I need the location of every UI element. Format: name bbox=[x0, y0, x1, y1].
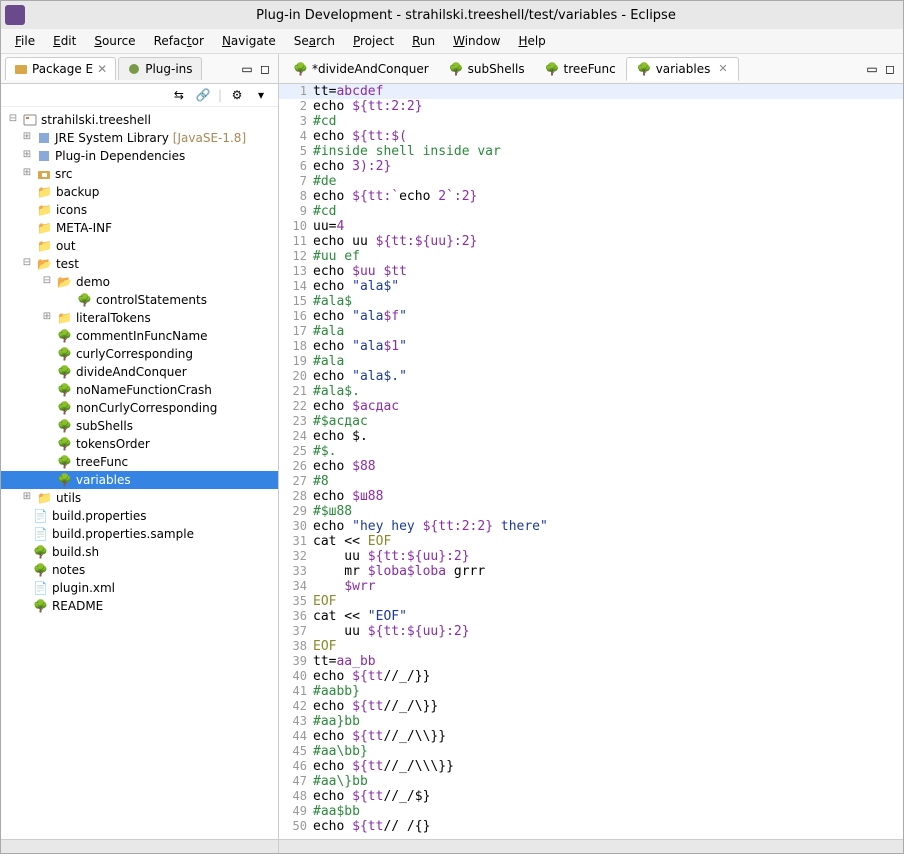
editor-pane: 🌳*divideAndConquer 🌳subShells 🌳treeFunc … bbox=[279, 54, 903, 853]
editor-tab-divide[interactable]: 🌳*divideAndConquer bbox=[283, 58, 439, 80]
tree-file[interactable]: 🌳tokensOrder bbox=[1, 435, 278, 453]
tree-file[interactable]: 🌳commentInFuncName bbox=[1, 327, 278, 345]
menu-source[interactable]: Source bbox=[86, 31, 143, 51]
minimize-icon[interactable]: ▭ bbox=[865, 62, 879, 76]
collapse-all-icon[interactable]: ⇆ bbox=[172, 88, 186, 102]
window-titlebar: Plug-in Development - strahilski.treeshe… bbox=[1, 1, 903, 29]
project-icon bbox=[23, 113, 37, 127]
tree-project[interactable]: ⊟ strahilski.treeshell bbox=[1, 111, 278, 129]
code-editor[interactable]: 1tt=abcdef 2echo ${tt:2:2} 3#cd 4echo ${… bbox=[279, 84, 903, 839]
editor-tab-subshells[interactable]: 🌳subShells bbox=[439, 58, 535, 80]
scrollbar-horizontal[interactable] bbox=[279, 839, 903, 853]
menu-file[interactable]: File bbox=[7, 31, 43, 51]
tree-jre[interactable]: ⊞ JRE System Library [JavaSE-1.8] bbox=[1, 129, 278, 147]
tree-file[interactable]: 📄build.properties.sample bbox=[1, 525, 278, 543]
tree-demo[interactable]: ⊟📂demo bbox=[1, 273, 278, 291]
editor-tab-treefunc[interactable]: 🌳treeFunc bbox=[535, 58, 626, 80]
menu-project[interactable]: Project bbox=[345, 31, 402, 51]
package-explorer-pane: Package E ✕ Plug-ins ▭ ◻ ⇆ 🔗 | ⚙ ▾ bbox=[1, 54, 279, 853]
package-icon bbox=[14, 62, 28, 76]
srcfolder-icon bbox=[37, 167, 51, 181]
tree-test[interactable]: ⊟📂test bbox=[1, 255, 278, 273]
tree-literaltokens[interactable]: ⊞📁literalTokens bbox=[1, 309, 278, 327]
tree-file[interactable]: 🌳curlyCorresponding bbox=[1, 345, 278, 363]
app-icon bbox=[5, 5, 25, 25]
tree-folder[interactable]: 📁META-INF bbox=[1, 219, 278, 237]
tree-file[interactable]: 🌳divideAndConquer bbox=[1, 363, 278, 381]
tree-folder[interactable]: 📁icons bbox=[1, 201, 278, 219]
scrollbar-horizontal[interactable] bbox=[1, 839, 278, 853]
tree-folder[interactable]: 📁out bbox=[1, 237, 278, 255]
explorer-toolbar: ⇆ 🔗 | ⚙ ▾ bbox=[1, 84, 278, 107]
link-editor-icon[interactable]: 🔗 bbox=[196, 88, 210, 102]
tree-plugin-deps[interactable]: ⊞ Plug-in Dependencies bbox=[1, 147, 278, 165]
tree-file[interactable]: 🌳README bbox=[1, 597, 278, 615]
plugin-icon bbox=[127, 62, 141, 76]
menu-help[interactable]: Help bbox=[510, 31, 553, 51]
window-title: Plug-in Development - strahilski.treeshe… bbox=[33, 8, 899, 23]
tab-package-explorer[interactable]: Package E ✕ bbox=[5, 57, 116, 80]
menu-edit[interactable]: Edit bbox=[45, 31, 84, 51]
close-icon[interactable]: ✕ bbox=[97, 62, 107, 76]
tree-src[interactable]: ⊞ src bbox=[1, 165, 278, 183]
tree-file[interactable]: 🌳controlStatements bbox=[1, 291, 278, 309]
maximize-icon[interactable]: ◻ bbox=[258, 62, 272, 76]
minimize-icon[interactable]: ▭ bbox=[240, 62, 254, 76]
tree-file[interactable]: 🌳noNameFunctionCrash bbox=[1, 381, 278, 399]
tree-file[interactable]: 📄plugin.xml bbox=[1, 579, 278, 597]
menu-run[interactable]: Run bbox=[404, 31, 443, 51]
view-menu-icon[interactable]: ▾ bbox=[254, 88, 268, 102]
main-menubar: File Edit Source Refactor Navigate Searc… bbox=[1, 29, 903, 54]
editor-tab-bar: 🌳*divideAndConquer 🌳subShells 🌳treeFunc … bbox=[279, 54, 903, 84]
tree-folder[interactable]: ⊞📁utils bbox=[1, 489, 278, 507]
library-icon bbox=[37, 149, 51, 163]
tree-file[interactable]: 🌳subShells bbox=[1, 417, 278, 435]
library-icon bbox=[37, 131, 51, 145]
project-tree: ⊟ strahilski.treeshell ⊞ JRE System Libr… bbox=[1, 107, 278, 839]
menu-window[interactable]: Window bbox=[445, 31, 508, 51]
close-icon[interactable]: ✕ bbox=[718, 62, 727, 75]
tree-file[interactable]: 🌳treeFunc bbox=[1, 453, 278, 471]
tree-folder[interactable]: 📁backup bbox=[1, 183, 278, 201]
tree-file[interactable]: 📄build.properties bbox=[1, 507, 278, 525]
filter-icon[interactable]: ⚙ bbox=[230, 88, 244, 102]
tree-file[interactable]: 🌳nonCurlyCorresponding bbox=[1, 399, 278, 417]
maximize-icon[interactable]: ◻ bbox=[883, 62, 897, 76]
menu-search[interactable]: Search bbox=[286, 31, 343, 51]
tab-label: Plug-ins bbox=[145, 62, 192, 76]
tree-file[interactable]: 🌳notes bbox=[1, 561, 278, 579]
tree-file[interactable]: 🌳build.sh bbox=[1, 543, 278, 561]
editor-tab-variables[interactable]: 🌳variables✕ bbox=[626, 57, 739, 81]
menu-refactor[interactable]: Refactor bbox=[146, 31, 212, 51]
tree-file-variables[interactable]: 🌳variables bbox=[1, 471, 278, 489]
tab-label: Package E bbox=[32, 62, 93, 76]
menu-navigate[interactable]: Navigate bbox=[214, 31, 284, 51]
tab-plugins[interactable]: Plug-ins bbox=[118, 57, 201, 80]
